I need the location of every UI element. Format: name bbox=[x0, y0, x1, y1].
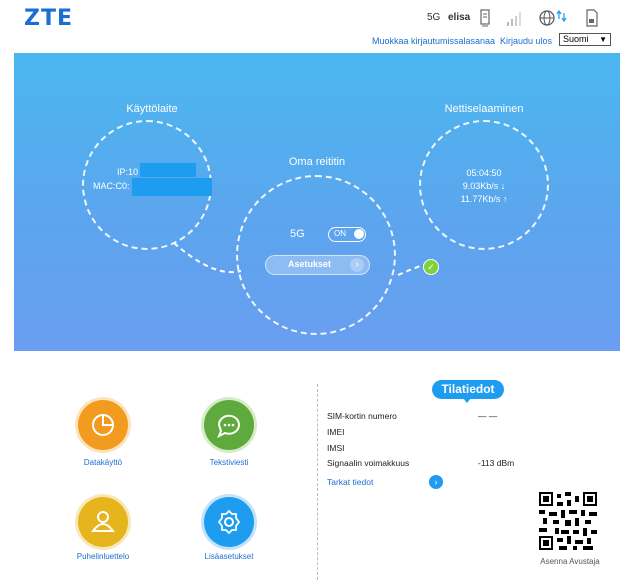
data-usage-button[interactable] bbox=[78, 400, 128, 450]
install-helper-label[interactable]: Asenna Avustaja bbox=[528, 557, 612, 566]
change-password-link[interactable]: Muokkaa kirjautumissalasanaa bbox=[372, 36, 495, 46]
mac-redaction bbox=[132, 178, 212, 196]
internet-title: Nettiselaaminen bbox=[444, 103, 524, 115]
wifi-toggle[interactable]: ON bbox=[328, 227, 366, 242]
phonebook-button[interactable] bbox=[78, 497, 128, 547]
section-divider bbox=[317, 384, 318, 580]
network-type: 5G bbox=[427, 12, 441, 23]
sms-button[interactable] bbox=[204, 400, 254, 450]
router-band: 5G bbox=[290, 228, 305, 240]
sms-label[interactable]: Tekstiviesti bbox=[179, 458, 279, 467]
status-badge: Tilatiedot bbox=[432, 380, 504, 399]
router-settings-button[interactable]: Asetukset › bbox=[265, 255, 370, 275]
connected-check-icon: ✓ bbox=[423, 259, 439, 275]
signal-bars-icon bbox=[507, 12, 521, 26]
advanced-settings-button[interactable] bbox=[204, 497, 254, 547]
toggle-knob bbox=[354, 229, 364, 239]
imei-label: IMEI bbox=[327, 427, 345, 437]
language-select[interactable]: Suomi ▼ bbox=[559, 33, 611, 46]
contact-icon bbox=[78, 497, 128, 547]
signal-strength-value: -113 dBm bbox=[478, 458, 515, 468]
connection-uptime: 05:04:50 bbox=[466, 168, 502, 178]
details-link[interactable]: Tarkat tiedot bbox=[327, 477, 373, 487]
device-ip: IP:10 bbox=[117, 167, 139, 177]
operator-name: elisa bbox=[448, 12, 471, 23]
gear-icon bbox=[204, 497, 254, 547]
download-speed: 9.03Kb/s ↓ bbox=[462, 181, 506, 191]
pie-chart-icon bbox=[78, 400, 128, 450]
imsi-label: IMSI bbox=[327, 443, 345, 453]
advanced-settings-label[interactable]: Lisäasetukset bbox=[179, 552, 279, 561]
globe-transfer-icon bbox=[539, 9, 567, 26]
router-settings-label: Asetukset bbox=[287, 259, 332, 269]
phonebook-label[interactable]: Puhelinluettelo bbox=[53, 552, 153, 561]
device-mac: MAC:C0: bbox=[93, 181, 130, 191]
chevron-down-icon: ▼ bbox=[599, 35, 607, 44]
toggle-label: ON bbox=[334, 229, 346, 238]
details-arrow-button[interactable]: › bbox=[429, 475, 443, 489]
ip-redaction bbox=[140, 163, 196, 177]
sd-card-icon bbox=[586, 9, 598, 27]
message-icon bbox=[204, 400, 254, 450]
sim-number-value: — — bbox=[478, 411, 498, 421]
sim-number-label: SIM-kortin numero bbox=[327, 411, 397, 421]
upload-speed: 11.77Kb/s ↑ bbox=[460, 194, 508, 204]
zte-logo: ZTE bbox=[24, 6, 73, 31]
language-value: Suomi bbox=[563, 34, 589, 44]
data-usage-label[interactable]: Datakäyttö bbox=[53, 458, 153, 467]
signal-strength-label: Signaalin voimakkuus bbox=[327, 458, 410, 468]
logout-link[interactable]: Kirjaudu ulos bbox=[500, 36, 552, 46]
device-title: Käyttölaite bbox=[126, 103, 178, 115]
badge-pointer bbox=[463, 398, 471, 403]
chevron-right-icon: › bbox=[350, 258, 364, 272]
qr-code-icon bbox=[539, 492, 597, 550]
sim-card-icon bbox=[480, 9, 490, 27]
router-title: Oma reititin bbox=[288, 156, 346, 168]
